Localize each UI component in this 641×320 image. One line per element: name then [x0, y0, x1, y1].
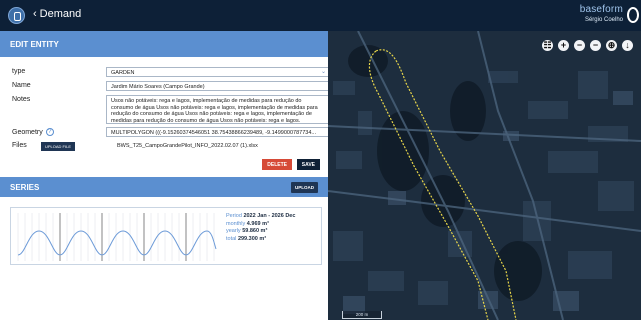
name-label: Name — [12, 82, 31, 89]
total-value: 299.300 m³ — [237, 235, 267, 242]
type-select[interactable]: GARDEN ⌄ — [106, 67, 330, 77]
series-sparkline — [17, 213, 217, 261]
file-name-link[interactable]: BWS_T25_CampoGrandePilot_INFO_2022.02.07… — [117, 143, 258, 149]
geometry-row: Geometry? MULTIPOLYGON (((-9.15260374546… — [10, 127, 330, 138]
series-title: SERIES — [10, 183, 40, 192]
layers-icon[interactable]: ☷ — [542, 40, 553, 51]
help-icon[interactable]: ? — [45, 128, 54, 136]
brand-name: baseform — [579, 4, 623, 15]
chevron-left-icon: ‹ — [33, 8, 37, 20]
zoom-in-icon[interactable]: + — [558, 40, 569, 51]
period-label: Period — [226, 213, 242, 219]
series-header: SERIES UPLOAD — [0, 177, 328, 197]
notes-label: Notes — [12, 96, 31, 103]
monthly-label: monthly — [226, 220, 246, 227]
geometry-label-wrap: Geometry? — [12, 128, 54, 136]
monthly-value: 4.969 m³ — [246, 220, 269, 227]
map-scale-bar: 200 m — [342, 311, 382, 319]
series-chart-box: Period 2022 Jan - 2026 Dec monthly 4.969… — [10, 207, 322, 265]
satellite-imagery — [328, 31, 641, 320]
name-row: Name Jardim Mário Soares (Campo Grande) — [10, 81, 330, 92]
files-label: Files — [12, 142, 27, 149]
series-upload-button[interactable]: UPLOAD — [291, 182, 318, 193]
minus-icon[interactable]: − — [590, 40, 601, 51]
zoom-out-icon[interactable]: − — [574, 40, 585, 51]
upload-file-button[interactable]: UPLOAD FILE — [41, 142, 76, 151]
top-bar: ‹ Demand baseform Sérgio Coelho — [0, 0, 641, 31]
geometry-input[interactable]: MULTIPOLYGON (((-9.15260374546051 38.754… — [106, 127, 330, 137]
files-row: Files UPLOAD FILE BWS_T25_CampoGrandePil… — [10, 141, 318, 152]
edit-entity-header: EDIT ENTITY — [0, 31, 328, 57]
chevron-down-icon: ⌄ — [320, 69, 326, 75]
app-logo-icon[interactable] — [8, 7, 25, 24]
download-icon[interactable]: ↓ — [622, 40, 633, 51]
type-value: GARDEN — [111, 70, 135, 76]
entity-actions: DELETE SAVE — [200, 159, 320, 170]
type-row: type GARDEN ⌄ — [10, 67, 330, 78]
edit-entity-title: EDIT ENTITY — [10, 40, 59, 49]
type-label: type — [12, 68, 26, 75]
edit-entity-form: type GARDEN ⌄ Name Jardim Mário Soares (… — [0, 57, 330, 152]
back-button[interactable]: ‹ Demand — [33, 8, 81, 20]
map-view[interactable]: ☷ + − − ⊕ ↓ 200 m — [328, 31, 641, 320]
delete-button[interactable]: DELETE — [262, 159, 292, 170]
locate-icon[interactable]: ⊕ — [606, 40, 617, 51]
brand-mark-icon — [627, 7, 639, 23]
name-input[interactable]: Jardim Mário Soares (Campo Grande) — [106, 81, 330, 91]
notes-textarea[interactable]: Usos não potáveis: rega e lagos, impleme… — [106, 95, 330, 124]
period-value: 2022 Jan - 2026 Dec — [243, 213, 296, 219]
geometry-label: Geometry — [12, 129, 43, 136]
back-label: Demand — [39, 8, 82, 20]
yearly-value: 59.860 m³ — [242, 228, 268, 234]
series-info: Period 2022 Jan - 2026 Dec monthly 4.969… — [226, 213, 295, 243]
save-button[interactable]: SAVE — [296, 159, 320, 170]
notes-row: Notes Usos não potáveis: rega e lagos, i… — [10, 95, 330, 124]
total-label: total — [226, 235, 237, 242]
brand-block: baseform Sérgio Coelho — [580, 5, 623, 25]
user-name[interactable]: Sérgio Coelho — [580, 15, 623, 25]
left-panel: EDIT ENTITY type GARDEN ⌄ Name Jardim Má… — [0, 31, 330, 320]
yearly-label: yearly — [226, 228, 241, 234]
